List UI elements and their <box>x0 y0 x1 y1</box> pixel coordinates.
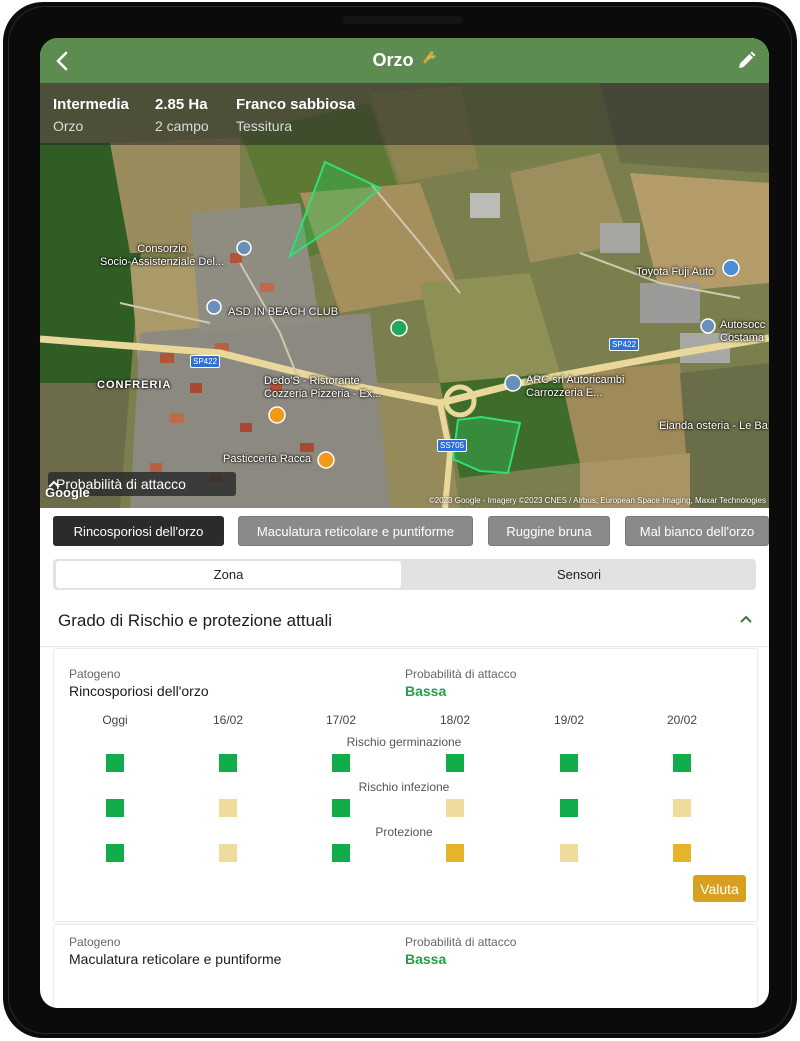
risk-cell-medium[interactable] <box>446 844 464 862</box>
chevron-left-icon <box>56 51 68 71</box>
prob-value: Bassa <box>405 951 447 967</box>
prob-label: Probabilità di attacco <box>405 667 517 681</box>
risk-cell-low[interactable] <box>106 754 124 772</box>
segment-sensori[interactable]: Sensori <box>405 561 753 588</box>
risk-cell-low[interactable] <box>446 754 464 772</box>
field-area: 2.85 Ha 2 campo <box>155 95 209 135</box>
patogeno-label: Patogeno <box>69 667 121 681</box>
pathogen-tabs: Rincosporiosi dell'orzo Maculatura retic… <box>40 516 769 546</box>
field-count: 2 campo <box>155 118 209 134</box>
risk-row-label: Rischio germinazione <box>346 735 462 749</box>
valuta-button[interactable]: Valuta <box>693 875 746 902</box>
risk-cell-none[interactable] <box>219 844 237 862</box>
field-variety: Intermedia Orzo <box>53 95 129 135</box>
poi-asd-beach-club[interactable]: ASD IN BEACH CLUB <box>228 306 338 319</box>
risk-cell-low[interactable] <box>332 844 350 862</box>
road-sp422-left: SP422 <box>190 355 221 368</box>
pathogen-tab-mal-bianco[interactable]: Mal bianco dell'orzo <box>625 516 769 546</box>
poi-arc[interactable]: ARC srl Autoricambi Carrozzeria E... <box>526 374 624 400</box>
top-bar: Orzo <box>40 38 769 83</box>
pathogen-tab-ruggine[interactable]: Ruggine bruna <box>488 516 610 546</box>
google-logo: Google <box>45 485 90 500</box>
risk-cell-none[interactable] <box>560 844 578 862</box>
day-header: Oggi <box>102 713 128 727</box>
day-header: 18/02 <box>439 713 471 727</box>
risk-cell-low[interactable] <box>332 799 350 817</box>
day-header: 17/02 <box>325 713 357 727</box>
soil-label: Tessitura <box>236 118 293 134</box>
field-info-band: Intermedia Orzo 2.85 Ha 2 campo Franco s… <box>40 83 769 145</box>
crop-value: Orzo <box>53 118 84 134</box>
map-imagery <box>40 83 769 508</box>
risk-cell-low[interactable] <box>560 754 578 772</box>
prob-value: Bassa <box>405 683 447 699</box>
patogeno-label: Patogeno <box>69 935 121 949</box>
map-attribution[interactable]: ©2023 Google - Imagery ©2023 CNES / Airb… <box>429 496 766 505</box>
patogeno-value: Rincosporiosi dell'orzo <box>69 683 209 699</box>
title-container: Orzo <box>40 38 769 83</box>
field-soil: Franco sabbiosa Tessitura <box>236 95 355 135</box>
pencil-icon <box>739 51 756 68</box>
satellite-map[interactable]: Consorzio Socio-Assistenziale Del... ASD… <box>40 83 769 508</box>
day-header: 20/02 <box>666 713 698 727</box>
tablet-frame: Orzo Consorzio Socio-Assistenziale Del..… <box>3 2 797 1038</box>
prob-label: Probabilità di attacco <box>405 935 517 949</box>
page-title: Orzo <box>372 50 414 70</box>
day-header: 16/02 <box>212 713 244 727</box>
risk-row-label: Protezione <box>375 825 433 839</box>
risk-cell-low[interactable] <box>332 754 350 772</box>
risk-cell-none[interactable] <box>673 799 691 817</box>
risk-cell-medium[interactable] <box>673 844 691 862</box>
day-header: 19/02 <box>553 713 585 727</box>
risk-section-header[interactable]: Grado di Rischio e protezione attuali <box>40 600 769 647</box>
section-title: Grado di Rischio e protezione attuali <box>58 611 333 630</box>
pathogen-tab-rincosporiosi[interactable]: Rincosporiosi dell'orzo <box>53 516 224 546</box>
risk-cell-low[interactable] <box>560 799 578 817</box>
poi-eianda[interactable]: Eianda osteria - Le Ba <box>659 420 768 433</box>
segment-zona[interactable]: Zona <box>56 561 401 588</box>
poi-pasticceria[interactable]: Pasticceria Racca <box>223 453 311 466</box>
app-screen: Orzo Consorzio Socio-Assistenziale Del..… <box>40 38 769 1008</box>
risk-cell-none[interactable] <box>219 799 237 817</box>
chevron-up-icon[interactable] <box>739 614 753 624</box>
risk-card-maculatura: Patogeno Maculatura reticolare e puntifo… <box>53 924 758 1008</box>
risk-cell-none[interactable] <box>446 799 464 817</box>
camera-notch <box>343 16 463 24</box>
zona-sensori-switch: Zona Sensori <box>53 559 756 590</box>
risk-row-label: Rischio infezione <box>358 780 450 794</box>
area-value: 2.85 Ha <box>155 96 208 113</box>
patogeno-value: Maculatura reticolare e puntiforme <box>69 951 282 967</box>
edit-button[interactable] <box>733 48 759 74</box>
poi-consorzio[interactable]: Consorzio Socio-Assistenziale Del... <box>100 243 224 269</box>
poi-dedos[interactable]: Dedo'S - Ristorante Cozzeria Pizzeria - … <box>264 375 381 401</box>
risk-cell-low[interactable] <box>106 844 124 862</box>
poi-autosoc[interactable]: Autosocc Costama <box>720 319 765 345</box>
pathogen-tab-maculatura[interactable]: Maculatura reticolare e puntiforme <box>238 516 473 546</box>
variety-value: Intermedia <box>53 96 129 113</box>
risk-cell-low[interactable] <box>673 754 691 772</box>
poi-toyota[interactable]: Toyota Fuji Auto <box>636 266 714 279</box>
soil-value: Franco sabbiosa <box>236 96 356 113</box>
locality-confreria: CONFRERIA <box>97 379 172 391</box>
road-sp422-right: SP422 <box>609 338 640 351</box>
risk-card-rincosporiosi: Patogeno Rincosporiosi dell'orzo Probabi… <box>53 648 758 922</box>
road-ss705: SS705 <box>437 439 468 452</box>
risk-cell-low[interactable] <box>219 754 237 772</box>
barley-icon <box>419 49 437 72</box>
back-button[interactable] <box>50 48 76 74</box>
risk-cell-low[interactable] <box>106 799 124 817</box>
